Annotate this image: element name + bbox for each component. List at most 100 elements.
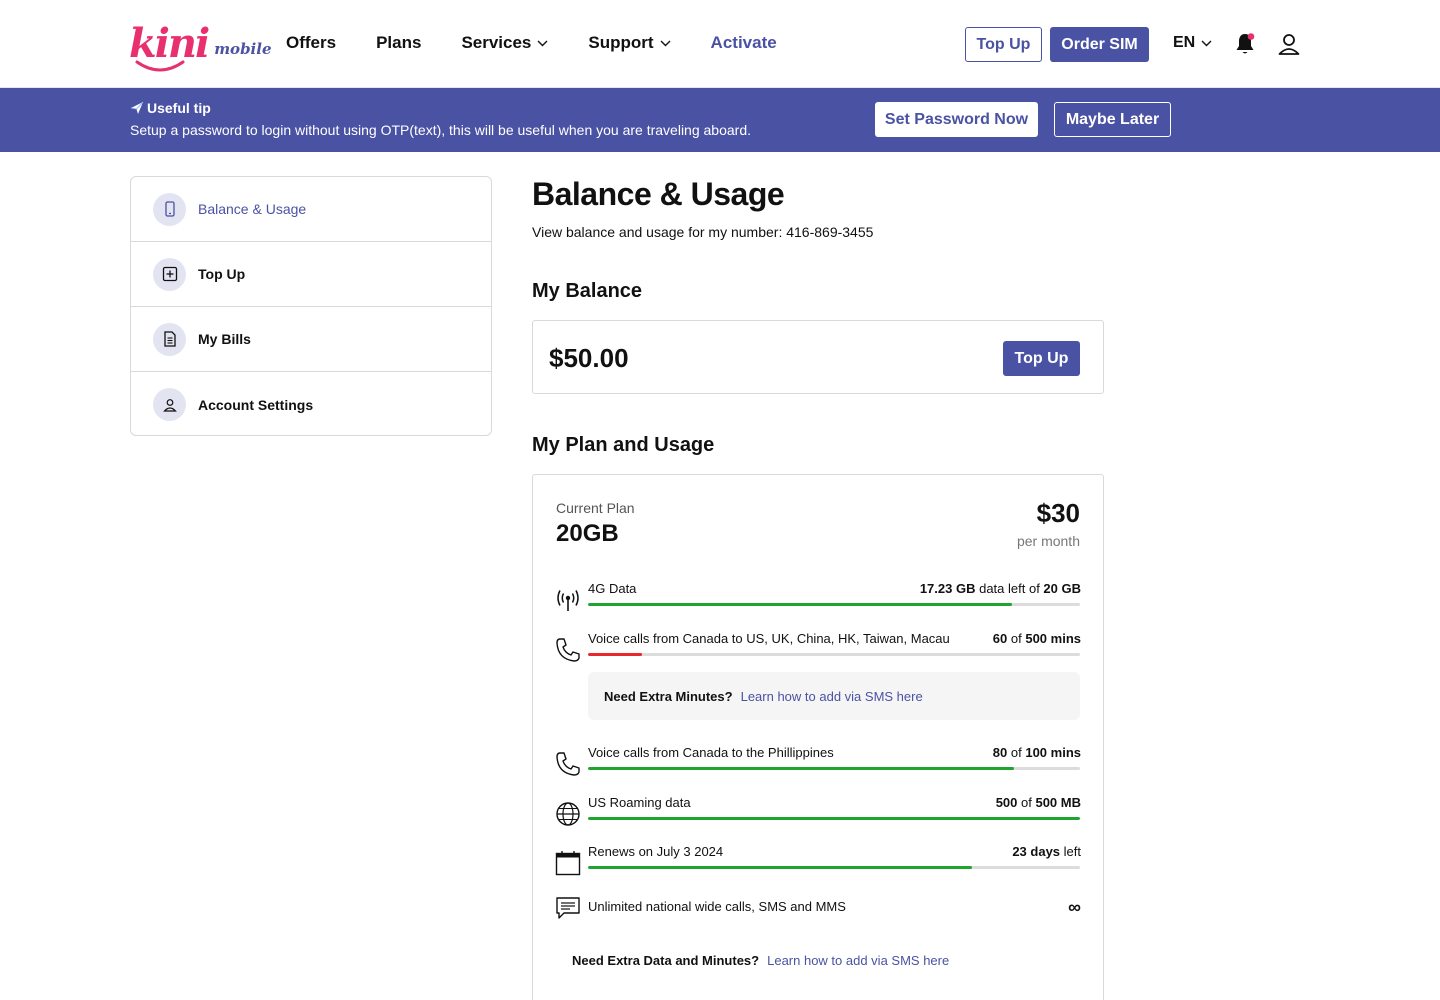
maybe-later-button[interactable]: Maybe Later — [1054, 102, 1171, 137]
usage-value-b: 100 mins — [1025, 745, 1081, 760]
tip-text: Setup a password to login without using … — [130, 122, 751, 138]
nav-support[interactable]: Support — [588, 33, 671, 53]
sidebar-item-balance-usage[interactable]: Balance & Usage — [131, 177, 491, 242]
plan-period: per month — [1016, 533, 1080, 549]
extra-data-note: Need Extra Data and Minutes? Learn how t… — [572, 953, 949, 968]
usage-row-voice-philippines: Voice calls from Canada to the Phillippi… — [555, 745, 1081, 781]
set-password-now-button[interactable]: Set Password Now — [875, 102, 1038, 137]
balance-top-up-button[interactable]: Top Up — [1003, 341, 1080, 376]
usage-label: 4G Data — [588, 581, 637, 596]
calendar-icon — [555, 851, 581, 876]
usage-value-mid: data left of — [975, 581, 1044, 596]
globe-icon — [556, 802, 580, 826]
usage-progress-bar — [588, 603, 1080, 606]
header-top-up-button[interactable]: Top Up — [965, 27, 1042, 62]
order-sim-button[interactable]: Order SIM — [1050, 27, 1149, 62]
usage-value-mid: of — [1007, 631, 1026, 646]
current-plan-label: Current Plan — [556, 500, 635, 516]
usage-progress-fill — [588, 767, 1014, 770]
kini-mobile-logo[interactable]: kini mobile — [129, 16, 272, 72]
plan-usage-card: Current Plan 20GB $30 per month 4G Data … — [532, 474, 1104, 1000]
usage-label: Voice calls from Canada to US, UK, China… — [588, 631, 950, 646]
usage-value: 80 of 100 mins — [993, 745, 1081, 760]
plan-name: 20GB — [556, 520, 619, 547]
useful-tip-banner: Useful tip Setup a password to login wit… — [0, 88, 1440, 152]
main-nav: Offers Plans Services Support Activate — [286, 33, 817, 53]
usage-value-mid: of — [1017, 795, 1036, 810]
extra-minutes-box: Need Extra Minutes? Learn how to add via… — [588, 672, 1080, 720]
nav-plans[interactable]: Plans — [376, 33, 421, 53]
nav-offers[interactable]: Offers — [286, 33, 336, 53]
my-plan-heading: My Plan and Usage — [532, 434, 715, 456]
sidebar-item-label: Account Settings — [198, 396, 314, 413]
usage-value-a: 17.23 GB — [919, 581, 976, 596]
sidebar-item-my-bills[interactable]: My Bills — [131, 307, 491, 372]
nav-activate-label: Activate — [710, 33, 777, 52]
usage-label: Unlimited national wide calls, SMS and M… — [588, 899, 846, 914]
usage-progress-fill — [588, 653, 643, 656]
page-title: Balance & Usage — [532, 176, 785, 212]
balance-card: $50.00 Top Up — [532, 320, 1104, 394]
plus-square-icon — [153, 257, 186, 291]
usage-progress-bar — [588, 817, 1080, 820]
phone-call-icon — [556, 752, 580, 776]
sidebar-item-top-up[interactable]: Top Up — [131, 242, 491, 307]
language-selector[interactable]: EN — [1173, 34, 1212, 52]
usage-row-renewal: Renews on July 3 2024 23 days left — [555, 844, 1081, 880]
usage-progress-bar — [588, 653, 1080, 656]
extra-minutes-link[interactable]: Learn how to add via SMS here — [741, 689, 923, 704]
nav-activate[interactable]: Activate — [711, 33, 777, 53]
extra-data-question: Need Extra Data and Minutes? — [572, 953, 760, 968]
tip-title: Useful tip — [130, 100, 211, 116]
usage-value-a: 80 — [992, 745, 1008, 760]
user-icon[interactable] — [1277, 32, 1301, 61]
usage-progress-bar — [588, 866, 1080, 869]
nav-services[interactable]: Services — [461, 33, 548, 53]
usage-value-b: 20 GB — [1043, 581, 1081, 596]
phone-icon — [153, 192, 186, 226]
usage-progress-fill — [588, 817, 1080, 820]
usage-value-a: 500 — [995, 795, 1018, 810]
usage-progress-bar — [588, 767, 1080, 770]
my-balance-heading: My Balance — [532, 280, 643, 302]
usage-value-a: 23 days — [1012, 844, 1061, 859]
nav-plans-label: Plans — [376, 33, 422, 52]
plan-price: $30 — [1036, 498, 1080, 528]
usage-row-voice-intl: Voice calls from Canada to US, UK, China… — [555, 631, 1081, 667]
usage-value: 500 of 500 MB — [996, 795, 1081, 810]
person-icon — [153, 388, 186, 421]
usage-value-b: 500 MB — [1035, 795, 1081, 810]
extra-data-link[interactable]: Learn how to add via SMS here — [767, 953, 949, 968]
extra-minutes-question: Need Extra Minutes? — [604, 688, 733, 704]
nav-offers-label: Offers — [286, 33, 337, 52]
nav-services-label: Services — [461, 33, 532, 52]
account-sidebar: Balance & Usage Top Up My Bills Account … — [130, 176, 492, 436]
sidebar-item-label: My Bills — [198, 331, 251, 347]
infinity-value: ∞ — [1068, 897, 1081, 917]
usage-value: 23 days left — [1012, 844, 1081, 859]
chevron-down-icon — [537, 40, 548, 46]
site-header: kini mobile Offers Plans Services Suppor… — [0, 0, 1440, 88]
balance-amount: $50.00 — [549, 343, 629, 373]
logo-smile-icon — [135, 60, 185, 72]
sidebar-item-account-settings[interactable]: Account Settings — [131, 372, 491, 437]
signal-icon — [557, 590, 579, 611]
chevron-down-icon — [1201, 40, 1212, 46]
logo-kini-text: kini — [129, 20, 210, 67]
usage-row-4g-data: 4G Data 17.23 GB data left of 20 GB — [555, 581, 1081, 617]
usage-value-tail: left — [1060, 844, 1081, 859]
usage-label: Voice calls from Canada to the Phillippi… — [588, 745, 834, 760]
bill-icon — [153, 322, 186, 356]
logo-mobile-text: mobile — [214, 40, 272, 58]
usage-progress-fill — [588, 866, 972, 869]
chevron-down-icon — [660, 40, 671, 46]
usage-value-a: 60 — [992, 631, 1008, 646]
usage-value-mid: of — [1007, 745, 1026, 760]
usage-row-us-roaming: US Roaming data 500 of 500 MB — [555, 795, 1081, 831]
tip-title-text: Useful tip — [147, 100, 211, 116]
bell-icon[interactable] — [1234, 32, 1256, 61]
language-label: EN — [1173, 34, 1196, 51]
sidebar-item-label: Top Up — [198, 266, 246, 282]
message-icon — [556, 897, 580, 919]
usage-row-unlimited: Unlimited national wide calls, SMS and M… — [555, 897, 1081, 935]
